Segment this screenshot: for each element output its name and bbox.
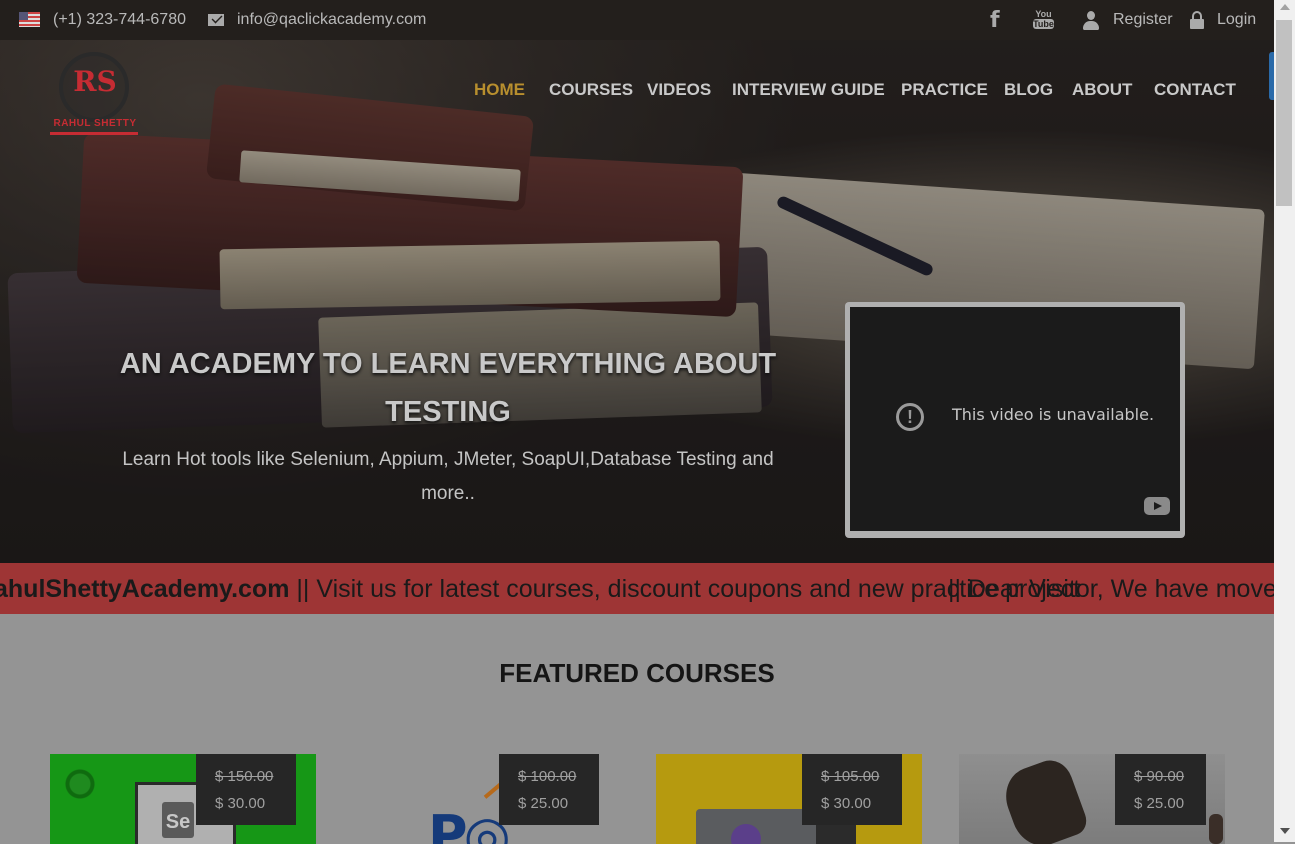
original-price: $ 100.00 bbox=[518, 768, 577, 785]
nav-interview-guide[interactable]: INTERVIEW GUIDE bbox=[732, 80, 885, 100]
youtube-icon[interactable]: You Tube bbox=[1033, 9, 1054, 32]
us-flag-icon bbox=[19, 12, 40, 27]
price-badge: $ 90.00 $ 25.00 bbox=[1115, 754, 1206, 825]
register-link[interactable]: Register bbox=[1113, 0, 1173, 40]
nav-home[interactable]: HOME bbox=[474, 80, 525, 100]
scroll-down-arrow-icon[interactable] bbox=[1280, 828, 1290, 834]
course-logo-graphic: P◎ bbox=[428, 804, 511, 844]
nav-courses[interactable]: COURSES bbox=[549, 80, 633, 100]
site-logo[interactable]: RS RAHUL SHETTY bbox=[50, 52, 140, 142]
hero-title: AN ACADEMY TO LEARN EVERYTHING ABOUT TES… bbox=[119, 348, 777, 428]
lock-icon[interactable] bbox=[1190, 11, 1204, 29]
price-badge: $ 105.00 $ 30.00 bbox=[802, 754, 902, 825]
course-card[interactable]: P◎ $ 100.00 $ 25.00 bbox=[353, 754, 619, 844]
hero-subtitle: Learn Hot tools like Selenium, Appium, J… bbox=[122, 449, 774, 504]
facebook-icon[interactable]: f bbox=[990, 8, 1000, 33]
email-link[interactable]: info@qaclickacademy.com bbox=[237, 0, 426, 40]
video-player[interactable]: ! This video is unavailable. bbox=[850, 307, 1180, 531]
featured-courses-heading: FEATURED COURSES bbox=[499, 658, 775, 688]
original-price: $ 150.00 bbox=[215, 768, 274, 785]
video-embed[interactable]: ! This video is unavailable. bbox=[845, 302, 1185, 538]
nav-about[interactable]: ABOUT bbox=[1072, 80, 1132, 100]
selenium-logo-icon: Se bbox=[162, 802, 194, 838]
logo-monogram: RS bbox=[73, 65, 117, 98]
youtube-logo-icon[interactable] bbox=[1144, 497, 1170, 515]
discount-price: $ 30.00 bbox=[821, 795, 872, 812]
nav-contact[interactable]: CONTACT bbox=[1154, 80, 1236, 100]
original-price: $ 105.00 bbox=[821, 768, 880, 785]
course-card[interactable]: $ 90.00 $ 25.00 bbox=[959, 754, 1225, 844]
alert-circle-icon: ! bbox=[896, 403, 924, 431]
vertical-scrollbar[interactable] bbox=[1274, 0, 1295, 842]
top-bar: (+1) 323-744-6780 info@qaclickacademy.co… bbox=[0, 0, 1274, 40]
person-graphic bbox=[1209, 814, 1223, 844]
ticker-message-second: || Dear Visitor, We have moved bbox=[948, 575, 1274, 603]
price-badge: $ 150.00 $ 30.00 bbox=[196, 754, 296, 825]
price-badge: $ 100.00 $ 25.00 bbox=[499, 754, 599, 825]
original-price: $ 90.00 bbox=[1134, 768, 1185, 785]
ticker-message: ahulShettyAcademy.com || Visit us for la… bbox=[0, 563, 1080, 614]
ticker-site-name: ahulShettyAcademy.com bbox=[0, 575, 290, 603]
user-icon[interactable] bbox=[1082, 11, 1100, 30]
logo-underline bbox=[50, 132, 138, 135]
envelope-icon bbox=[208, 14, 224, 26]
login-link[interactable]: Login bbox=[1217, 0, 1256, 40]
course-card[interactable]: Se $ 150.00 $ 30.00 bbox=[50, 754, 316, 844]
scroll-thumb[interactable] bbox=[1276, 20, 1292, 206]
nav-blog[interactable]: BLOG bbox=[1004, 80, 1053, 100]
discount-price: $ 25.00 bbox=[1134, 795, 1185, 812]
scroll-up-arrow-icon[interactable] bbox=[1280, 4, 1290, 10]
course-card[interactable]: $ 105.00 $ 30.00 bbox=[656, 754, 922, 844]
discount-price: $ 30.00 bbox=[215, 795, 266, 812]
discount-price: $ 25.00 bbox=[518, 795, 569, 812]
logo-brand-text: RAHUL SHETTY bbox=[53, 118, 137, 129]
nav-videos[interactable]: VIDEOS bbox=[647, 80, 711, 100]
video-unavailable-message: This video is unavailable. bbox=[952, 405, 1155, 424]
news-ticker: ahulShettyAcademy.com || Visit us for la… bbox=[0, 563, 1274, 614]
phone-number: (+1) 323-744-6780 bbox=[53, 11, 186, 28]
nav-practice[interactable]: PRACTICE bbox=[901, 80, 988, 100]
